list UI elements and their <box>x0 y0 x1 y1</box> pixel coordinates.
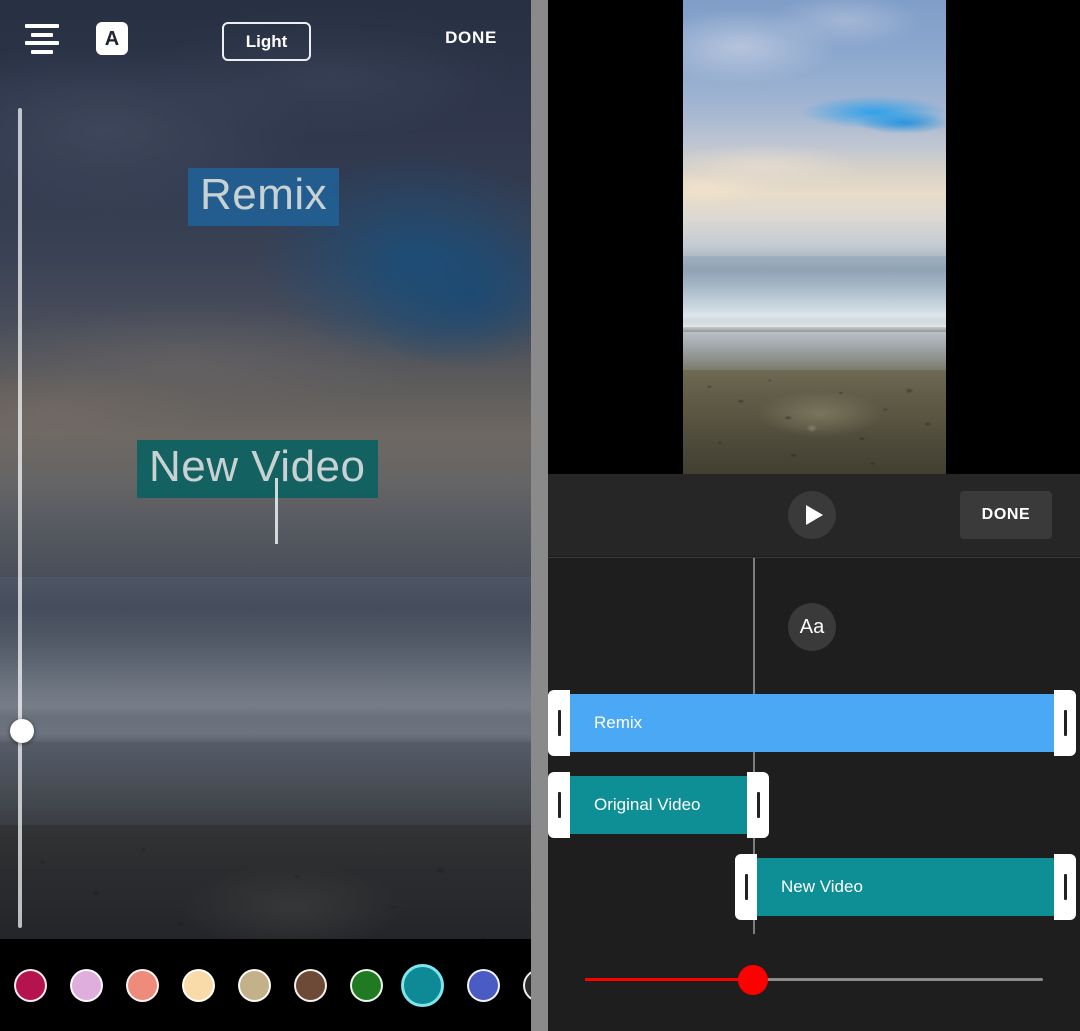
preview-sky <box>683 0 946 261</box>
trim-handle-right[interactable] <box>1054 690 1076 756</box>
text-style-button[interactable]: Light <box>222 22 311 61</box>
color-swatch-crimson[interactable] <box>14 969 47 1002</box>
video-preview[interactable] <box>548 0 1080 474</box>
trim-handle-right[interactable] <box>1054 854 1076 920</box>
play-icon[interactable] <box>788 491 836 539</box>
font-badge-label: A <box>105 29 119 49</box>
color-swatch-khaki[interactable] <box>238 969 271 1002</box>
text-caret <box>275 478 278 544</box>
clip-label: Remix <box>594 713 642 733</box>
text-size-slider-thumb[interactable] <box>10 719 34 743</box>
text-size-slider-track[interactable] <box>18 108 22 928</box>
zoom-slider-thumb[interactable] <box>738 965 768 995</box>
preview-sea <box>683 256 946 327</box>
text-done-button[interactable]: DONE <box>445 28 497 48</box>
color-swatch-indigo[interactable] <box>467 969 500 1002</box>
editor-done-button[interactable]: DONE <box>960 491 1052 539</box>
color-swatch-brown[interactable] <box>294 969 327 1002</box>
trim-handle-left[interactable] <box>548 772 570 838</box>
preview-pebbles <box>683 370 946 474</box>
trim-handle-left[interactable] <box>735 854 757 920</box>
color-swatch-charcoal[interactable] <box>523 969 531 1002</box>
timeline-clip-new-video[interactable]: New Video <box>753 858 1058 916</box>
zoom-slider-track[interactable] <box>585 978 1043 981</box>
color-swatch-cream[interactable] <box>182 969 215 1002</box>
color-swatch-teal-selected[interactable] <box>401 964 444 1007</box>
video-frame <box>683 0 946 474</box>
text-overlay-new-video[interactable]: New Video <box>137 440 378 498</box>
clip-label: New Video <box>781 877 863 897</box>
app-root: A Light DONE Remix New Video <box>0 0 1080 1031</box>
timeline-clip-original-video[interactable]: Original Video <box>566 776 751 834</box>
playback-control-bar: DONE <box>548 474 1080 556</box>
zoom-slider-fill <box>585 978 754 981</box>
text-style-label: Light <box>246 32 288 52</box>
timeline[interactable]: Aa Remix Original Video New Video <box>548 557 1080 935</box>
video-editor-panel: Remix New Video DONE Aa Remix Original V… <box>548 0 1080 1031</box>
text-overlay-remix[interactable]: Remix <box>188 168 339 226</box>
color-swatch-green[interactable] <box>350 969 383 1002</box>
timeline-clip-remix[interactable]: Remix <box>566 694 1058 752</box>
color-swatch-lilac[interactable] <box>70 969 103 1002</box>
color-swatch-salmon[interactable] <box>126 969 159 1002</box>
trim-handle-left[interactable] <box>548 690 570 756</box>
text-align-center-icon[interactable] <box>24 24 60 54</box>
font-picker-button[interactable]: A <box>96 22 128 55</box>
color-swatch-bar <box>0 939 531 1031</box>
text-editor-panel: A Light DONE Remix New Video <box>0 0 531 1031</box>
add-text-button[interactable]: Aa <box>788 603 836 651</box>
trim-handle-right[interactable] <box>747 772 769 838</box>
text-toolbar: A Light DONE <box>0 0 531 78</box>
zoom-slider-area <box>548 934 1080 1031</box>
panel-divider <box>531 0 548 1031</box>
edit-mode-scrim <box>0 0 531 1031</box>
clip-label: Original Video <box>594 795 700 815</box>
